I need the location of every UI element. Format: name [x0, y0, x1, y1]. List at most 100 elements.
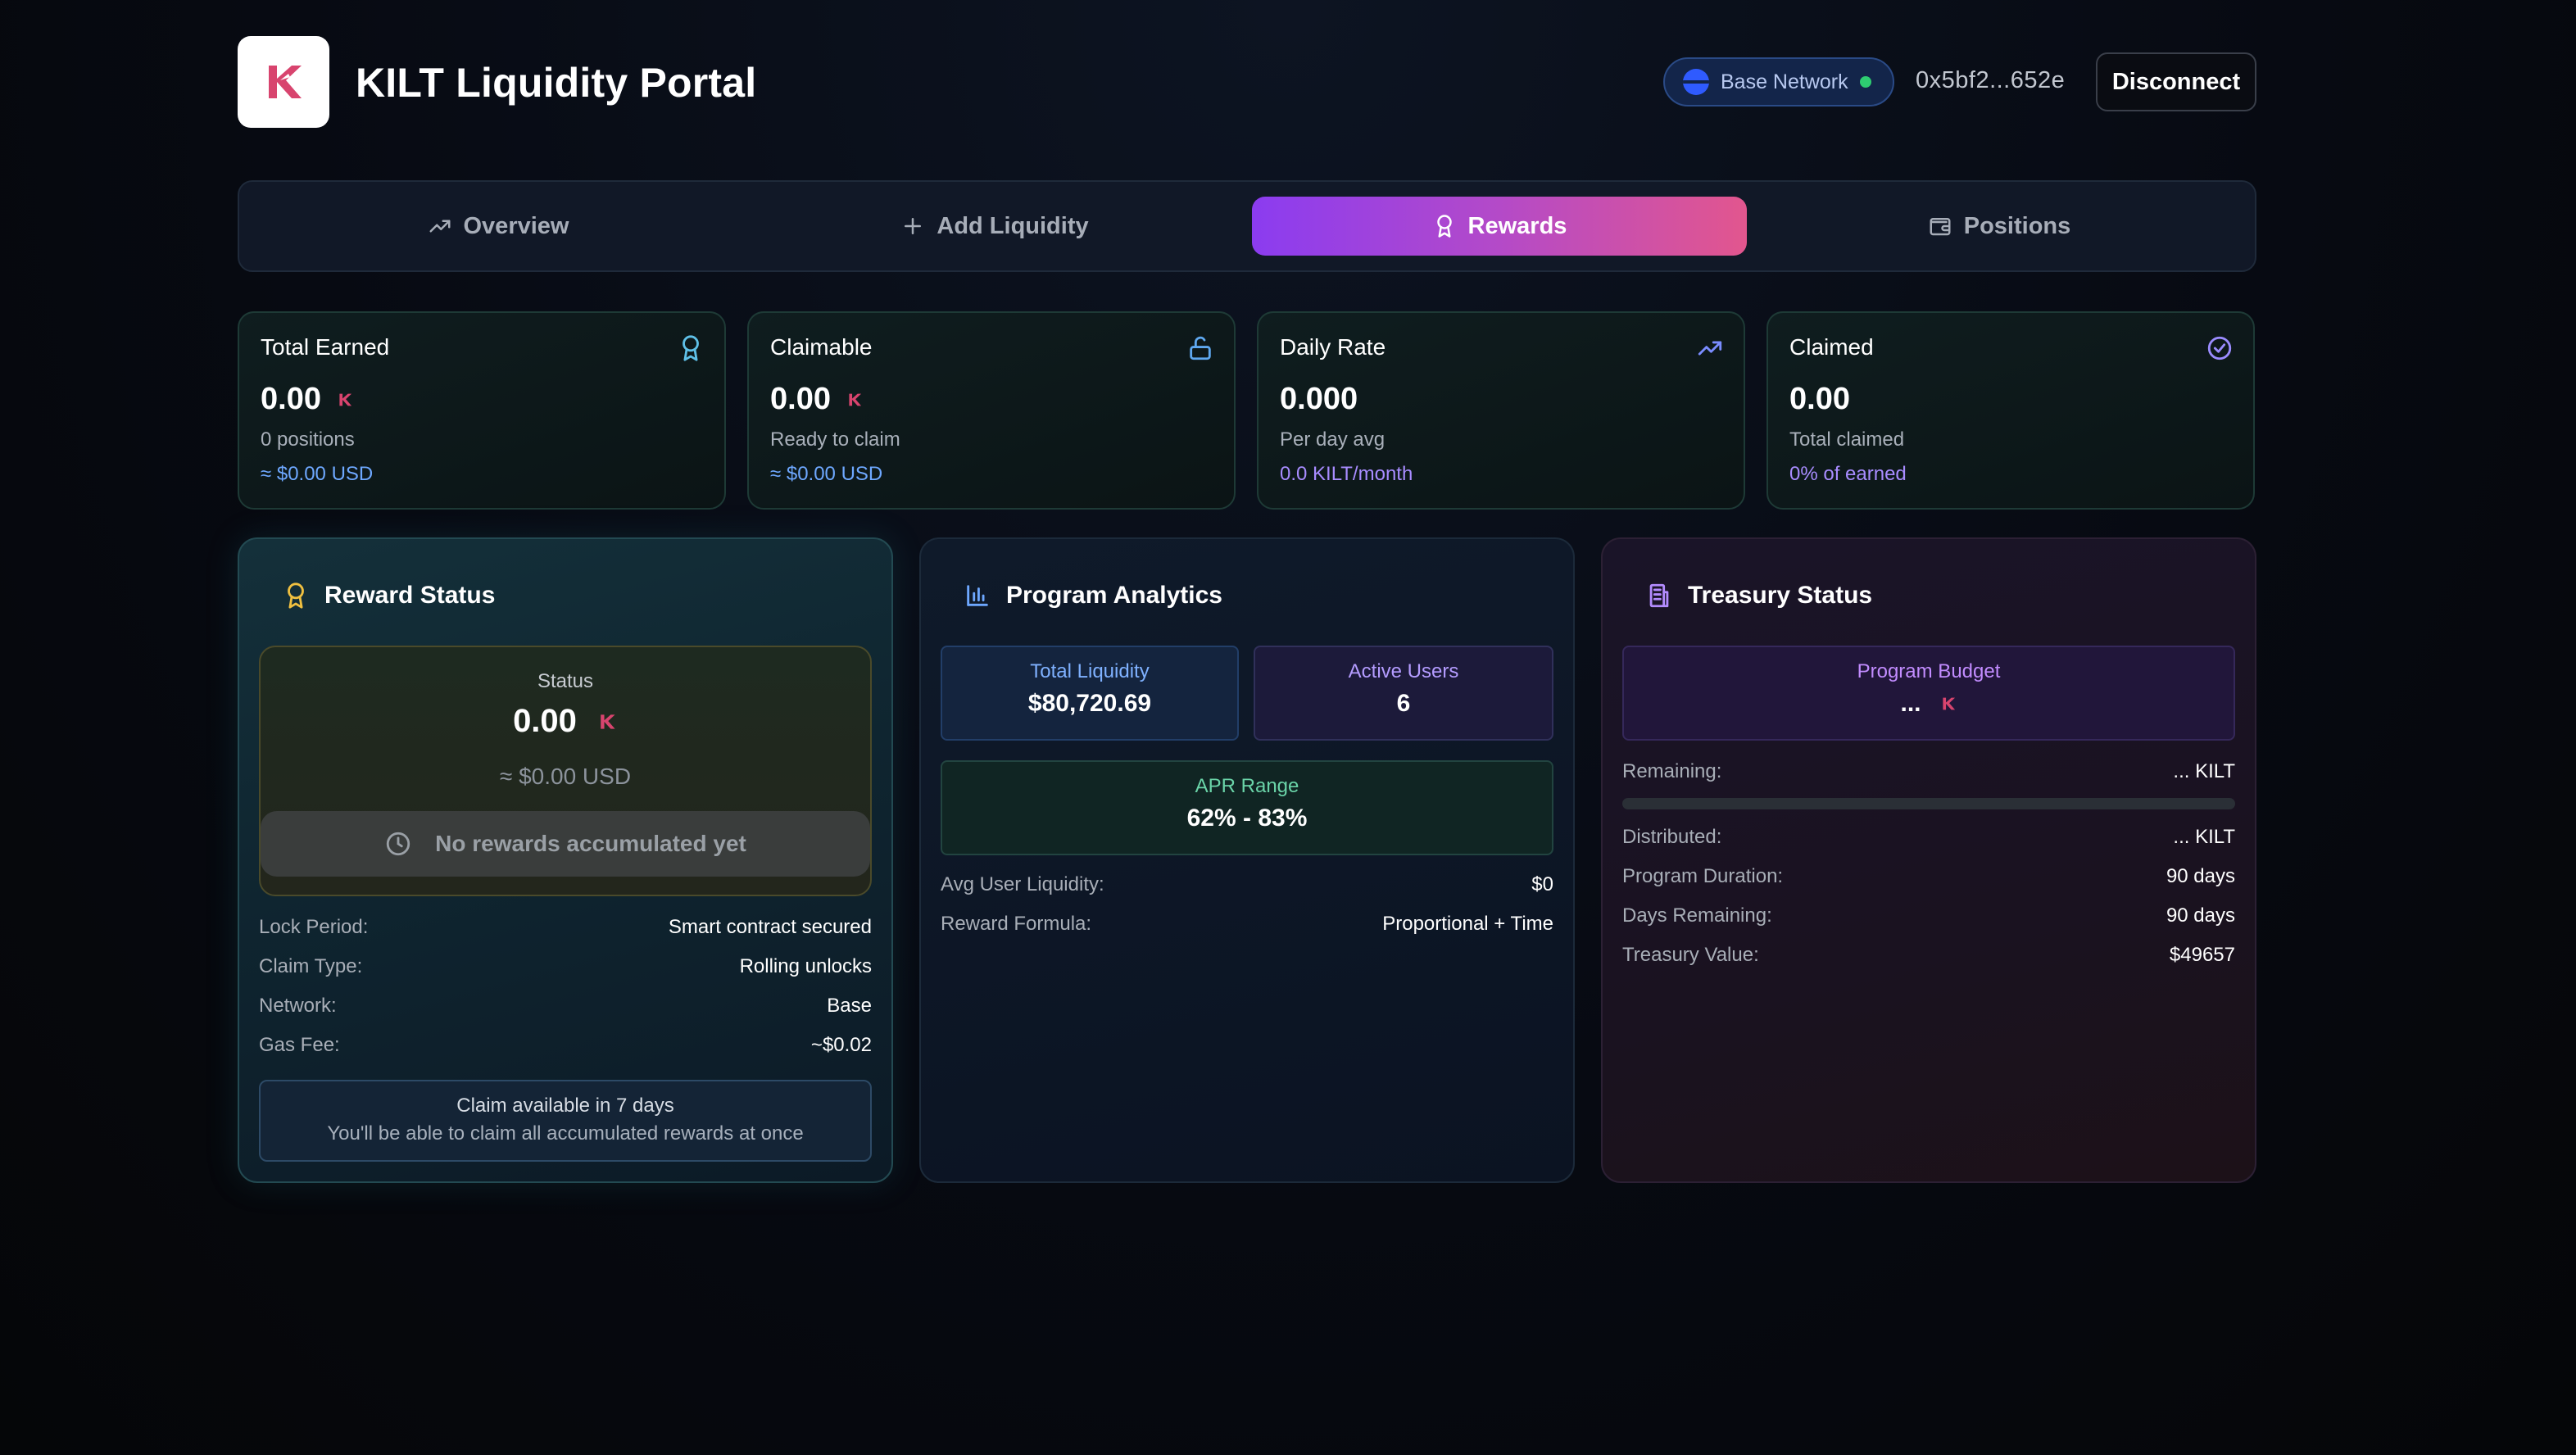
tile-label: Total Liquidity: [1030, 660, 1150, 682]
reward-status-panel: Reward Status Status 0.00 ≈ $0.00 USD No…: [238, 537, 893, 1183]
stat-card-total-earned: Total Earned 0.00 0 positions ≈ $0.00 US…: [238, 311, 726, 510]
tab-label: Add Liquidity: [937, 212, 1089, 239]
panel-title: Treasury Status: [1688, 582, 1873, 609]
remaining-row-wrap: Remaining: ... KILT: [1622, 752, 2235, 791]
kilt-token-icon: [1942, 697, 1955, 710]
detail-row: Claim Type: Rolling unlocks: [259, 947, 872, 986]
stat-subtitle: Per day avg: [1280, 428, 1386, 451]
detail-row: Lock Period: Smart contract secured: [259, 908, 872, 947]
check-circle-icon: [2207, 336, 2232, 360]
detail-value: 90 days: [2166, 904, 2235, 927]
trending-up-icon: [429, 220, 450, 233]
detail-key: Avg User Liquidity:: [941, 873, 1104, 895]
tab-label: Positions: [1963, 212, 2071, 239]
stat-value-row: 0.00: [261, 382, 703, 417]
stat-card-claimable: Claimable 0.00 Ready to claim ≈ $0.00 US…: [747, 311, 1236, 510]
detail-value: Base: [827, 995, 872, 1017]
award-icon: [288, 582, 304, 609]
stat-title: Total Earned: [261, 334, 390, 360]
stat-subtitle: 0 positions: [261, 428, 355, 451]
apr-range-tile: APR Range 62% - 83%: [941, 760, 1553, 855]
bar-chart-icon: [967, 585, 988, 606]
tab-label: Overview: [463, 212, 569, 239]
detail-key: Days Remaining:: [1622, 904, 1772, 927]
unlock-icon: [1190, 336, 1211, 360]
detail-key: Claim Type:: [259, 955, 363, 977]
panel-title: Reward Status: [324, 582, 496, 609]
stat-value-row: 0.00: [770, 382, 1213, 417]
plus-icon: [905, 218, 922, 234]
detail-value: $0: [1531, 873, 1553, 895]
building-icon: [1649, 583, 1669, 608]
app-title: KILT Liquidity Portal: [356, 60, 757, 106]
detail-key: Gas Fee:: [259, 1034, 340, 1056]
status-usd: ≈ $0.00 USD: [499, 764, 632, 789]
stat-subtitle: Ready to claim: [770, 428, 900, 451]
stat-value: 0.00: [261, 382, 321, 416]
connected-status-dot: [1859, 76, 1871, 88]
detail-row: Gas Fee: ~$0.02: [259, 1026, 872, 1065]
analytics-details: Avg User Liquidity: $0 Reward Formula: Pro…: [941, 865, 1553, 944]
detail-value: Smart contract secured: [668, 916, 872, 938]
detail-key: Distributed:: [1622, 826, 1722, 848]
network-pill[interactable]: Base Network: [1663, 57, 1894, 107]
status-label: Status: [537, 670, 594, 692]
wallet-address[interactable]: 0x5bf2...652e: [1916, 67, 2065, 94]
detail-value: Proportional + Time: [1382, 913, 1553, 935]
tile-value: 62% - 83%: [1186, 805, 1308, 832]
tab-positions[interactable]: Positions: [1752, 197, 2247, 256]
stat-monthly: 0.0 KILT/month: [1280, 463, 1413, 485]
clock-icon: [386, 832, 410, 856]
panel-header: Reward Status: [282, 582, 495, 610]
stat-card-claimed: Claimed 0.00 Total claimed 0% of earned: [1766, 311, 2255, 510]
stat-title: Claimable: [770, 334, 873, 360]
header: KILT Liquidity Portal Base Network 0x5bf…: [238, 36, 2256, 128]
detail-row: Network: Base: [259, 986, 872, 1026]
tab-rewards[interactable]: Rewards: [1252, 197, 1747, 256]
treasury-details: Distributed: ... KILT Program Duration: 90…: [1622, 818, 2235, 975]
kilt-token-icon: [339, 393, 352, 406]
treasury-status-panel: Treasury Status Program Budget ... Remai…: [1601, 537, 2256, 1183]
award-icon: [683, 335, 699, 361]
claim-note-title: Claim available in 7 days: [456, 1095, 674, 1117]
detail-value: ... KILT: [2173, 826, 2235, 848]
total-liquidity-tile: Total Liquidity $80,720.69: [941, 646, 1239, 741]
tab-overview[interactable]: Overview: [251, 197, 746, 256]
stat-value-row: 0.000: [1280, 382, 1722, 417]
active-users-tile: Active Users 6: [1254, 646, 1553, 741]
stat-value: 0.00: [1789, 382, 1850, 416]
tile-label: Program Budget: [1857, 660, 2001, 682]
award-icon: [1436, 215, 1452, 238]
tile-label: Active Users: [1348, 660, 1459, 682]
program-budget-tile: Program Budget ...: [1622, 646, 2235, 741]
detail-row: Avg User Liquidity: $0: [941, 865, 1553, 904]
panel-header: Program Analytics: [964, 582, 1222, 610]
tile-label: APR Range: [1195, 775, 1299, 797]
claim-button[interactable]: No rewards accumulated yet: [261, 811, 870, 877]
detail-key: Treasury Value:: [1622, 944, 1759, 966]
tab-add-liquidity[interactable]: Add Liquidity: [747, 197, 1242, 256]
detail-value: ~$0.02: [810, 1034, 872, 1056]
program-analytics-panel: Program Analytics Total Liquidity $80,72…: [919, 537, 1575, 1183]
stat-value: 0.000: [1280, 382, 1358, 416]
stat-title: Claimed: [1789, 334, 1874, 360]
network-label: Base Network: [1721, 70, 1848, 93]
detail-row: Program Duration: 90 days: [1622, 857, 2235, 896]
stat-percent: 0% of earned: [1789, 463, 1907, 485]
stat-card-daily-rate: Daily Rate 0.000 Per day avg 0.0 KILT/mo…: [1257, 311, 1745, 510]
detail-key: Remaining:: [1622, 760, 1722, 782]
stat-usd: ≈ $0.00 USD: [770, 463, 883, 485]
panel-header: Treasury Status: [1645, 582, 1872, 610]
disconnect-button[interactable]: Disconnect: [2096, 52, 2256, 111]
kilt-token-icon: [849, 393, 862, 406]
claim-note-subtitle: You'll be able to claim all accumulated …: [327, 1122, 804, 1145]
detail-row: Remaining: ... KILT: [1622, 752, 2235, 791]
stat-value-row: 0.00: [1789, 382, 2232, 417]
claim-availability-note: Claim available in 7 days You'll be able…: [259, 1080, 872, 1162]
detail-key: Lock Period:: [259, 916, 369, 938]
detail-key: Program Duration:: [1622, 865, 1784, 887]
tab-label: Rewards: [1467, 212, 1567, 239]
claim-button-label: No rewards accumulated yet: [435, 831, 746, 856]
kilt-token-icon: [601, 714, 615, 729]
tile-value-row: ...: [1624, 690, 2234, 718]
